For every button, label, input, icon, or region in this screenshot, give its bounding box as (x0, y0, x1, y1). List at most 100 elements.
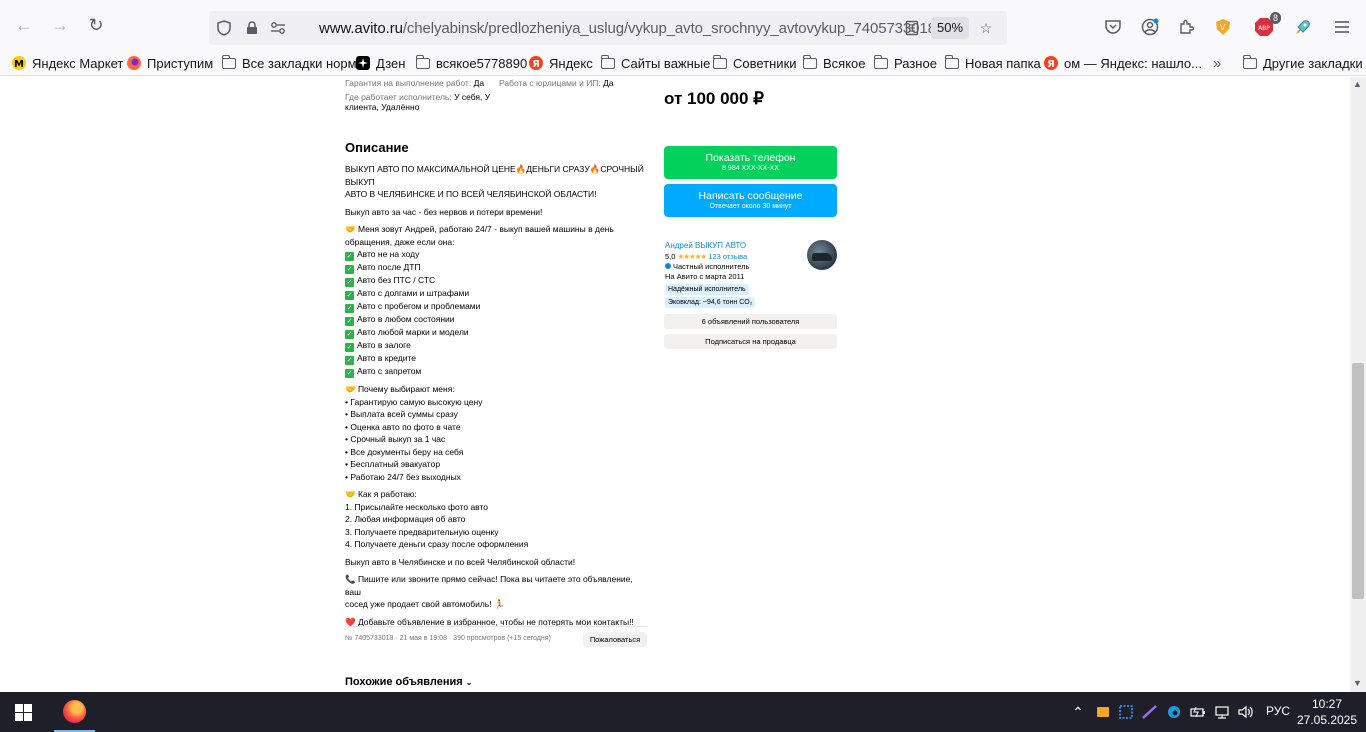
bookmark-item[interactable]: M Яндекс Маркет (12, 54, 123, 72)
page-scrollbar[interactable]: ▲ ▼ (1350, 77, 1366, 692)
user-listings-button[interactable]: 6 объявлений пользователя (664, 314, 837, 329)
bookmark-item[interactable]: Всякое (802, 54, 866, 72)
bookmark-star-icon[interactable]: ☆ (977, 19, 995, 37)
svg-text:M: M (14, 59, 24, 70)
phone-masked: 8 984 XXX-XX-XX (722, 165, 779, 172)
bookmark-item[interactable]: Все закладки норм (221, 54, 357, 72)
volume-icon[interactable] (1237, 702, 1255, 722)
tray-app-icon[interactable] (1094, 702, 1112, 722)
folder-icon (221, 54, 236, 69)
similar-listings-label: Похожие объявления (345, 676, 463, 688)
zoom-level[interactable]: 50% (931, 17, 970, 39)
extensions-icon[interactable] (1175, 16, 1197, 38)
similar-listings-toggle[interactable]: Похожие объявления ⌄ (345, 676, 472, 688)
desc-intro-line: ВЫКУП АВТО ПО МАКСИМАЛЬНОЙ ЦЕНЕ🔥ДЕНЬГИ С… (345, 164, 644, 187)
scroll-up-arrow-icon[interactable]: ▲ (1353, 79, 1362, 89)
back-arrow-icon[interactable]: ← (13, 14, 35, 36)
firefox-taskbar-button[interactable] (54, 692, 95, 732)
firefox-icon (63, 700, 86, 723)
bookmarks-overflow-chevron-icon[interactable]: » (1213, 54, 1221, 72)
windows-start-icon[interactable] (15, 704, 32, 721)
scroll-thumb[interactable] (1352, 363, 1364, 599)
shield-icon[interactable] (215, 19, 233, 37)
edge-app-icon[interactable] (1165, 702, 1183, 722)
permissions-icon[interactable] (269, 19, 287, 37)
chevron-down-icon: ⌄ (465, 678, 473, 687)
desc-about-line: 🤝 Меня зовут Андрей, работаю 24/7 - выку… (345, 224, 614, 234)
bookmark-item[interactable]: всякое5778890 (415, 54, 527, 72)
clock-date: 27.05.2025 (1296, 713, 1358, 727)
show-phone-button[interactable]: Показать телефон 8 984 XXX-XX-XX (664, 146, 837, 179)
bookmark-item[interactable]: Сайты важные (600, 54, 710, 72)
reload-icon[interactable]: ↻ (85, 14, 107, 36)
lock-icon[interactable] (243, 19, 261, 37)
folder-icon (873, 54, 888, 69)
reader-view-icon[interactable] (903, 19, 921, 37)
yandex-icon: Я (1044, 56, 1058, 70)
bookmark-label: Дзен (376, 55, 406, 71)
how-item: 1. Присылайте несколько фото авто (345, 501, 489, 512)
condition-item: ✓ Авто без ПТС / СТС (345, 274, 650, 287)
condition-item: ✓ Авто с запретом (345, 365, 650, 378)
url-text[interactable]: www.avito.ru/chelyabinsk/predlozheniya_u… (319, 20, 936, 37)
bookmark-label: Приступим (147, 55, 214, 71)
condition-item: ✓ Авто в любом состоянии (345, 313, 650, 326)
subscribe-seller-button[interactable]: Подписаться на продавца (664, 334, 837, 349)
listing-meta: № 7405733018 · 21 мая в 19:08 · 390 прос… (345, 635, 551, 642)
param-value: Да (473, 78, 485, 88)
pen-tool-icon[interactable] (1141, 702, 1159, 722)
bookmark-item[interactable]: Я Яндекс (529, 54, 593, 72)
scroll-down-arrow-icon[interactable]: ▼ (1353, 678, 1362, 688)
write-message-button[interactable]: Написать сообщение Отвечает около 30 мин… (664, 184, 837, 217)
check-icon: ✓ (345, 278, 354, 287)
url-bar[interactable]: www.avito.ru/chelyabinsk/predlozheniya_u… (209, 11, 1007, 45)
folder-icon (944, 54, 959, 69)
bookmark-item[interactable]: Яом — Яндекс: нашло... (1044, 54, 1202, 72)
desc-call-line: 📞 Пишите или звоните прямо сейчас! Пока … (345, 574, 633, 597)
check-icon: ✓ (345, 291, 354, 300)
desc-region: Выкуп авто в Челябинске и по всей Челяби… (345, 556, 576, 567)
svg-text:ABP: ABP (1258, 25, 1270, 32)
bookmark-item[interactable]: Приступим (127, 54, 213, 72)
forward-arrow-icon[interactable]: → (49, 14, 71, 36)
bookmark-label: Новая папка (965, 55, 1041, 71)
condition-label: Авто без ПТС / СТС (357, 275, 436, 285)
rocket-extension-icon[interactable] (1292, 16, 1314, 38)
abp-extension-icon[interactable]: ABP 8 (1253, 12, 1281, 38)
folder-icon (600, 54, 615, 69)
screenshot-tool-icon[interactable] (1117, 702, 1135, 722)
bookmark-item[interactable]: Советники (712, 54, 797, 72)
condition-item: ✓ Авто в залоге (345, 339, 650, 352)
seller-since: На Авито с марта 2011 (665, 272, 745, 281)
input-language[interactable]: РУС (1266, 704, 1290, 718)
network-icon[interactable] (1213, 702, 1231, 722)
condition-label: Авто не на ходу (357, 249, 420, 259)
system-clock[interactable]: 10:27 27.05.2025 (1296, 696, 1358, 728)
bookmark-item[interactable]: Новая папка (944, 54, 1041, 72)
param-label: Работа с юрлицами и ИП: (499, 78, 601, 88)
condition-item: ✓ Авто любой марки и модели (345, 326, 650, 339)
bookmark-item[interactable]: Разное (873, 54, 937, 72)
pocket-icon[interactable] (1102, 16, 1124, 38)
show-phone-label: Показать телефон (705, 152, 796, 164)
account-icon[interactable] (1139, 16, 1161, 38)
bookmark-item[interactable]: Дзен (356, 54, 405, 72)
avatar[interactable] (807, 240, 837, 270)
report-button[interactable]: Пожаловаться (583, 632, 647, 647)
why-title: 🤝 Почему выбирают меня: (345, 384, 455, 394)
seller-name-link[interactable]: Андрей ВЫКУП АВТО (665, 241, 746, 250)
write-message-label: Написать сообщение (698, 190, 803, 202)
battery-power-icon[interactable] (1189, 702, 1207, 722)
dzen-icon (356, 56, 370, 70)
windows-taskbar: ⌃ РУС 10:27 27.05.2025 (0, 692, 1366, 732)
tray-chevron-up-icon[interactable]: ⌃ (1070, 702, 1086, 722)
brave-shield-extension-icon[interactable]: Ѵ (1212, 16, 1234, 38)
reviews-link[interactable]: 123 отзыва (708, 252, 747, 261)
other-bookmarks[interactable]: Другие закладки (1242, 54, 1363, 72)
param-value: У себя, У (454, 92, 491, 102)
seller-type: Частный исполнитель (665, 262, 749, 271)
bookmark-label: Разное (894, 55, 937, 71)
other-bookmarks-label: Другие закладки (1263, 55, 1363, 71)
check-icon: ✓ (345, 369, 354, 378)
menu-hamburger-icon[interactable] (1331, 16, 1353, 38)
